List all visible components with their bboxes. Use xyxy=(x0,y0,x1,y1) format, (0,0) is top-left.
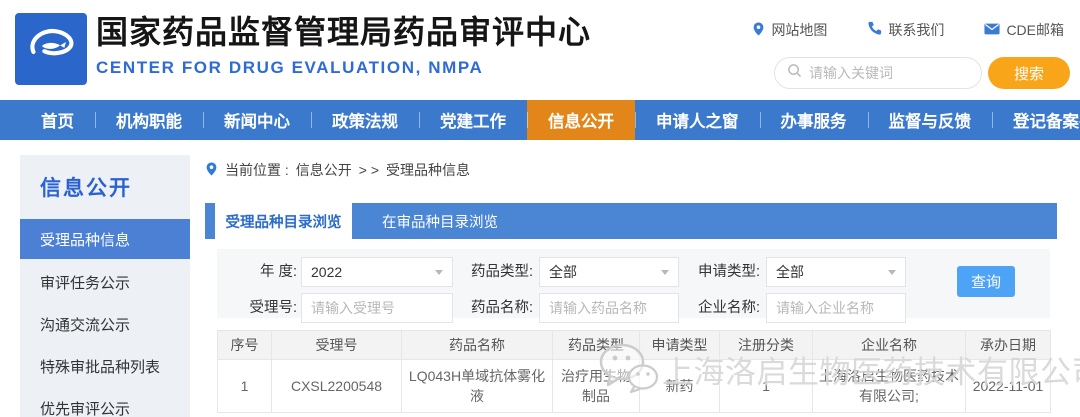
nav-item-policy[interactable]: 政策法规 xyxy=(311,100,419,140)
cde-fish-swirl-icon xyxy=(21,17,81,82)
apply-type-select-value: 全部 xyxy=(776,262,804,282)
header-quick-links: 网站地图 联系我们 CDE邮箱 xyxy=(752,20,1064,40)
cde-mail-label: CDE邮箱 xyxy=(1006,20,1064,40)
chevron-down-icon xyxy=(888,270,896,275)
acceptance-no-input[interactable] xyxy=(311,300,443,316)
nav-item-news[interactable]: 新闻中心 xyxy=(203,100,311,140)
col-header-drug-name: 药品名称 xyxy=(402,331,553,360)
company-name-field xyxy=(766,293,906,323)
cell-drug-type: 治疗用生物制品 xyxy=(553,360,640,413)
site-header: 国家药品监督管理局药品审评中心 CENTER FOR DRUG EVALUATI… xyxy=(0,0,1080,100)
sidebar-item-special-approval[interactable]: 特殊审批品种列表 xyxy=(20,345,190,387)
drug-name-input[interactable] xyxy=(549,300,669,316)
col-header-index: 序号 xyxy=(218,331,272,360)
main-nav: 首页 机构职能 新闻中心 政策法规 党建工作 信息公开 申请人之窗 办事服务 监… xyxy=(0,100,1080,140)
chevron-down-icon xyxy=(435,270,443,275)
nav-item-home[interactable]: 首页 xyxy=(20,100,95,140)
site-title-block: 国家药品监督管理局药品审评中心 CENTER FOR DRUG EVALUATI… xyxy=(96,12,591,78)
nav-item-info-disclosure[interactable]: 信息公开 xyxy=(527,100,635,140)
sidebar: 信息公开 受理品种信息 审评任务公示 沟通交流公示 特殊审批品种列表 优先审评公… xyxy=(20,155,190,417)
table-row[interactable]: 1 CXSL2200548 LQ043H单域抗体雾化液 治疗用生物制品 新药 1… xyxy=(218,360,1051,413)
apply-type-select[interactable]: 全部 xyxy=(766,257,906,287)
sidebar-item-communication[interactable]: 沟通交流公示 xyxy=(20,303,190,345)
cell-index: 1 xyxy=(218,360,272,413)
acceptance-no-field xyxy=(301,293,453,323)
drug-type-select-value: 全部 xyxy=(549,262,577,282)
breadcrumb-section[interactable]: 信息公开 xyxy=(296,160,352,180)
results-table: 序号 受理号 药品名称 药品类型 申请类型 注册分类 企业名称 承办日期 1 C… xyxy=(217,330,1051,413)
sidebar-item-review-tasks[interactable]: 审评任务公示 xyxy=(20,261,190,303)
sitemap-link[interactable]: 网站地图 xyxy=(752,20,827,40)
header-search: 搜索 xyxy=(774,57,1070,89)
cell-reg-class: 1 xyxy=(720,360,813,413)
drug-type-label: 药品类型: xyxy=(445,257,533,287)
breadcrumb-separator: > > xyxy=(359,162,379,178)
catalog-tabbar: 受理品种目录浏览 在审品种目录浏览 xyxy=(205,203,1057,239)
nav-item-registration-platform[interactable]: 登记备案平台 xyxy=(992,100,1080,140)
location-pin-icon xyxy=(752,21,765,40)
cell-date: 2022-11-01 xyxy=(966,360,1051,413)
contact-label: 联系我们 xyxy=(888,20,944,40)
col-header-apply-type: 申请类型 xyxy=(640,331,720,360)
search-input[interactable] xyxy=(809,65,959,81)
apply-type-label: 申请类型: xyxy=(672,257,760,287)
nav-item-functions[interactable]: 机构职能 xyxy=(95,100,203,140)
table-header-row: 序号 受理号 药品名称 药品类型 申请类型 注册分类 企业名称 承办日期 xyxy=(218,331,1051,360)
search-icon xyxy=(787,63,802,83)
nav-item-applicant-window[interactable]: 申请人之窗 xyxy=(635,100,760,140)
breadcrumb-prefix: 当前位置 : xyxy=(225,160,289,180)
drug-name-field xyxy=(539,293,679,323)
nav-item-supervision[interactable]: 监督与反馈 xyxy=(868,100,993,140)
cde-mail-link[interactable]: CDE邮箱 xyxy=(984,20,1064,40)
location-pin-icon xyxy=(205,161,218,180)
page-subtitle: CENTER FOR DRUG EVALUATION, NMPA xyxy=(96,58,591,78)
drug-type-select[interactable]: 全部 xyxy=(539,257,679,287)
breadcrumb-current: 受理品种信息 xyxy=(386,160,470,180)
chevron-down-icon xyxy=(661,270,669,275)
page-title: 国家药品监督管理局药品审评中心 xyxy=(96,12,591,54)
envelope-icon xyxy=(984,22,1000,38)
sidebar-item-accepted-varieties[interactable]: 受理品种信息 xyxy=(20,219,190,259)
nav-item-services[interactable]: 办事服务 xyxy=(760,100,868,140)
cell-acceptance-no: CXSL2200548 xyxy=(272,360,402,413)
year-select[interactable]: 2022 xyxy=(301,257,453,287)
year-label: 年 度: xyxy=(223,257,297,287)
cell-drug-name: LQ043H单域抗体雾化液 xyxy=(402,360,553,413)
cell-company: 上海洛启生物医药技术有限公司; xyxy=(813,360,966,413)
company-name-input[interactable] xyxy=(776,300,896,316)
sidebar-item-priority-review[interactable]: 优先审评公示 xyxy=(20,387,190,417)
col-header-drug-type: 药品类型 xyxy=(553,331,640,360)
acceptance-no-label: 受理号: xyxy=(223,293,297,323)
sidebar-menu: 受理品种信息 审评任务公示 沟通交流公示 特殊审批品种列表 优先审评公示 xyxy=(20,219,190,417)
breadcrumb: 当前位置 : 信息公开 > > 受理品种信息 xyxy=(205,160,470,180)
nav-item-party[interactable]: 党建工作 xyxy=(419,100,527,140)
search-box[interactable] xyxy=(774,57,982,89)
sidebar-title: 信息公开 xyxy=(20,155,190,202)
col-header-company: 企业名称 xyxy=(813,331,966,360)
cde-logo xyxy=(15,13,87,85)
col-header-acceptance-no: 受理号 xyxy=(272,331,402,360)
tab-under-review-catalog[interactable]: 在审品种目录浏览 xyxy=(352,203,528,239)
col-header-reg-class: 注册分类 xyxy=(720,331,813,360)
company-name-label: 企业名称: xyxy=(672,293,760,323)
sitemap-label: 网站地图 xyxy=(771,20,827,40)
year-select-value: 2022 xyxy=(311,264,342,280)
phone-icon xyxy=(867,21,882,39)
tab-accepted-catalog[interactable]: 受理品种目录浏览 xyxy=(215,203,352,239)
drug-name-label: 药品名称: xyxy=(445,293,533,323)
query-button[interactable]: 查询 xyxy=(957,266,1015,297)
filter-panel: 年 度: 2022 药品类型: 全部 申请类型: 全部 受理号: 药品名称: 企… xyxy=(217,249,1050,318)
contact-link[interactable]: 联系我们 xyxy=(867,20,944,40)
col-header-date: 承办日期 xyxy=(966,331,1051,360)
cell-apply-type: 新药 xyxy=(640,360,720,413)
search-button[interactable]: 搜索 xyxy=(988,57,1070,89)
